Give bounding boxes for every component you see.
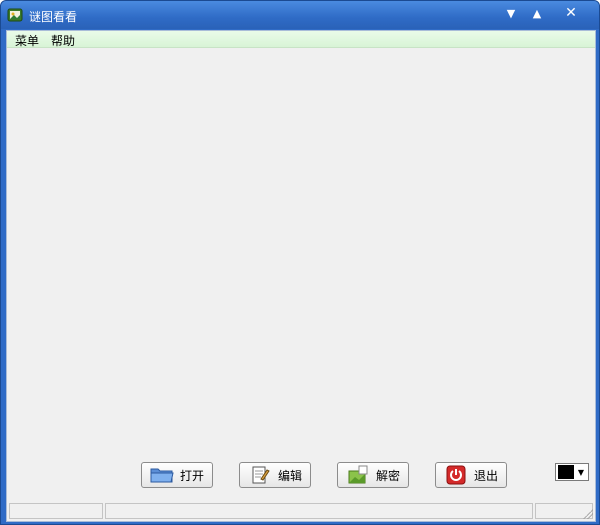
color-swatch bbox=[558, 465, 574, 479]
menu-bar: 菜单 帮助 bbox=[7, 31, 595, 48]
picture-app-icon bbox=[7, 7, 23, 23]
status-panel-2 bbox=[105, 503, 533, 519]
status-bar bbox=[7, 501, 595, 521]
client-area: 菜单 帮助 打开 编辑 解密 退出 ▼ bbox=[6, 30, 596, 522]
open-button[interactable]: 打开 bbox=[141, 462, 213, 488]
app-window: 谜图看看 ▼ ▲ ✕ 菜单 帮助 打开 编辑 解密 退出 ▼ bbox=[0, 0, 600, 525]
resize-grip-icon[interactable] bbox=[583, 509, 593, 519]
close-x-icon[interactable]: ✕ bbox=[559, 3, 583, 23]
folder-icon bbox=[150, 465, 174, 485]
menu-item-menu[interactable]: 菜单 bbox=[11, 32, 43, 49]
triangle-down-icon[interactable]: ▼ bbox=[499, 3, 523, 23]
exit-button[interactable]: 退出 bbox=[435, 462, 507, 488]
decrypt-button[interactable]: 解密 bbox=[337, 462, 409, 488]
edit-button[interactable]: 编辑 bbox=[239, 462, 311, 488]
window-title: 谜图看看 bbox=[29, 10, 78, 24]
open-button-label: 打开 bbox=[179, 468, 204, 483]
triangle-up-icon[interactable]: ▲ bbox=[525, 3, 549, 23]
edit-button-label: 编辑 bbox=[277, 468, 302, 483]
decrypt-button-label: 解密 bbox=[375, 468, 400, 483]
color-picker[interactable]: ▼ bbox=[555, 463, 589, 481]
title-bar[interactable]: 谜图看看 ▼ ▲ ✕ bbox=[1, 1, 599, 29]
green-image-icon bbox=[346, 465, 370, 485]
chevron-down-icon[interactable]: ▼ bbox=[574, 468, 588, 477]
status-panel-1 bbox=[9, 503, 103, 519]
notepad-pencil-icon bbox=[248, 465, 272, 485]
image-view-area bbox=[7, 48, 595, 448]
menu-item-help[interactable]: 帮助 bbox=[47, 32, 79, 49]
power-icon bbox=[444, 465, 468, 485]
exit-button-label: 退出 bbox=[473, 468, 498, 483]
